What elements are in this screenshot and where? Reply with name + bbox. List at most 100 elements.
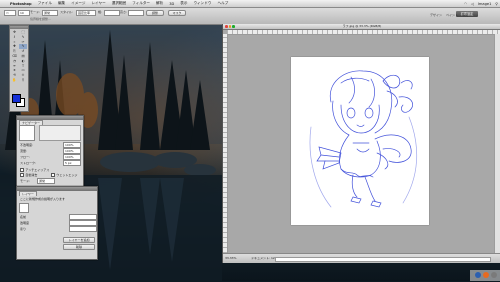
brush-options-panel: ナビゲーター 不透明度: 100% 流量: 100% フロー: 100% ストロ…	[16, 115, 84, 187]
menu-app-name[interactable]: Photoshop	[7, 2, 35, 6]
panel-mode-select[interactable]: 通常	[37, 178, 55, 184]
3d-orbit-tool-icon[interactable]: ⊙	[19, 73, 27, 77]
fill-label: 塗り	[20, 227, 27, 231]
document-status-bar: 33.33% ドキュメント: 12.0M/12.0M	[223, 253, 500, 263]
brush-preset-list[interactable]	[39, 125, 81, 141]
brush-size-field[interactable]: 10 px	[18, 10, 30, 16]
healing-tool-icon[interactable]: ✚	[11, 44, 19, 48]
layer-thumbnail[interactable]	[19, 203, 29, 213]
menu-select[interactable]: 選択範囲	[109, 1, 129, 6]
zoom-level[interactable]: 33.33%	[225, 256, 236, 260]
wet-edge-label: ウェットエッジ	[56, 173, 78, 178]
path-select-tool-icon[interactable]: ➤	[11, 68, 19, 72]
refine-edge-label[interactable]: 境界線を調整...	[30, 17, 51, 21]
adjust-button[interactable]: 調整	[146, 10, 164, 16]
delete-layer-button[interactable]: 削除	[63, 244, 95, 250]
transparency-label: 透明度	[20, 221, 30, 225]
panel-mode-label: モード:	[20, 179, 31, 183]
opacity-label: 不透明度:	[20, 143, 34, 147]
flow-label: 流量:	[20, 149, 28, 153]
height-label: 高さ:	[120, 10, 128, 14]
shape-tool-icon[interactable]: ▭	[19, 68, 27, 72]
workspace-paint[interactable]: ペイント	[446, 13, 458, 17]
width-label: 幅:	[98, 10, 103, 14]
crop-tool-icon[interactable]: ⌗	[11, 40, 19, 44]
height-field[interactable]	[128, 10, 144, 16]
menu-filter[interactable]: フィルター	[129, 1, 153, 6]
checkbox-icon	[20, 168, 25, 173]
stroke-label: ストローク:	[20, 161, 37, 165]
menu-extras: ◠ ◁ Image1 ⚲	[462, 2, 500, 6]
quick-select-tool-icon[interactable]: ✎	[19, 35, 27, 39]
tab-layer[interactable]: レイヤー	[19, 191, 37, 196]
eraser-tool-icon[interactable]: ⌫	[11, 54, 19, 58]
eyedropper-tool-icon[interactable]: ✑	[19, 40, 27, 44]
menu-bar: Photoshop ファイル 編集 イメージ レイヤー 選択範囲 フィルター 解…	[0, 0, 500, 8]
wifi-icon[interactable]: ◠	[462, 2, 469, 6]
close-icon[interactable]	[225, 25, 228, 28]
menu-image[interactable]: イメージ	[68, 1, 88, 6]
add-layer-button[interactable]: レイヤーを追加	[63, 237, 95, 243]
volume-icon[interactable]: ◁	[469, 2, 476, 6]
tool-grid: ✥ ⬚ ℓ ✎ ⌗ ✑ ✚ ✎ ⎘ ↺ ⌫ ▤ ◔ ◐ ✒ T ➤ ▭ ⟲ ⊙ ✋ ⚲	[10, 29, 28, 83]
brush-preview	[19, 125, 35, 141]
hand-tool-icon[interactable]: ✋	[11, 78, 19, 82]
antialias-label: アンチエイリアス	[25, 168, 50, 173]
menu-view[interactable]: 表示	[177, 1, 190, 6]
stroke-field[interactable]: 5 px	[63, 160, 81, 166]
history-brush-tool-icon[interactable]: ↺	[19, 49, 27, 53]
fill-field[interactable]	[69, 226, 97, 232]
mask-button[interactable]: マスク	[168, 10, 186, 16]
horizontal-scrollbar[interactable]	[275, 257, 491, 262]
options-bar: ▭ 10 px モード: 通常 スタイル: 固定比率 幅: 高さ: 調整 マスク…	[0, 8, 500, 25]
mode-select[interactable]: 通常	[42, 10, 58, 16]
type-tool-icon[interactable]: T	[19, 63, 27, 68]
dock-icons	[470, 270, 500, 281]
window-controls	[225, 25, 235, 28]
style-select[interactable]: 固定比率	[76, 10, 96, 16]
stamp-tool-icon[interactable]: ⎘	[11, 49, 19, 53]
dock	[470, 268, 500, 281]
canvas-page[interactable]	[291, 57, 429, 225]
document-title: ラフ.jpg @ 33.3% (RGB/8)	[342, 24, 382, 28]
checkbox-icon	[20, 173, 25, 178]
workspace-design[interactable]: デザイン	[430, 13, 442, 17]
pen-tool-icon[interactable]: ✒	[11, 63, 19, 68]
wet-edge-checkbox[interactable]: ウェットエッジ	[51, 173, 78, 178]
tool-preset-picker[interactable]: ▭	[4, 10, 16, 16]
menu-right-label[interactable]: Image1	[476, 2, 494, 6]
chibi-sketch-drawing	[309, 70, 418, 208]
lasso-tool-icon[interactable]: ℓ	[11, 35, 19, 39]
tools-panel: ✥ ⬚ ℓ ✎ ⌗ ✑ ✚ ✎ ⎘ ↺ ⌫ ▤ ◔ ◐ ✒ T ➤ ▭ ⟲ ⊙ ✋ ⚲	[9, 25, 29, 112]
move-tool-icon[interactable]: ✥	[11, 30, 19, 34]
menu-help[interactable]: ヘルプ	[214, 1, 231, 6]
spotlight-icon[interactable]: ⚲	[493, 2, 500, 6]
auto-erase-label: 自動消去	[25, 173, 38, 178]
menu-edit[interactable]: 編集	[55, 1, 68, 6]
antialias-checkbox[interactable]: アンチエイリアス	[20, 168, 50, 173]
brush-tool-icon[interactable]: ✎	[19, 44, 28, 49]
auto-erase-checkbox[interactable]: 自動消去	[20, 173, 38, 178]
workspace-photo[interactable]: 写真	[462, 13, 468, 17]
layer-panel: レイヤー ここに新規作成の説明が入ります 名前 透明度 塗り レイヤーを追加 削…	[16, 186, 98, 260]
mode-label: モード:	[30, 10, 41, 14]
menu-analysis[interactable]: 解析	[153, 1, 166, 6]
vertical-scrollbar[interactable]	[494, 34, 500, 253]
gradient-tool-icon[interactable]: ▤	[19, 54, 27, 58]
flow2-label: フロー:	[20, 155, 31, 159]
menu-window[interactable]: ウィンドウ	[190, 1, 214, 6]
menu-3d[interactable]: 3D	[166, 2, 177, 6]
3d-rotate-tool-icon[interactable]: ⟲	[11, 73, 19, 77]
blur-tool-icon[interactable]: ◔	[11, 59, 19, 63]
foreground-color-swatch[interactable]	[12, 94, 21, 103]
zoom-tool-icon[interactable]: ⚲	[19, 78, 27, 82]
zoom-icon[interactable]	[232, 25, 235, 28]
dodge-tool-icon[interactable]: ◐	[19, 59, 27, 63]
checkbox-icon	[51, 173, 56, 178]
name-label: 名前	[20, 215, 27, 219]
marquee-tool-icon[interactable]: ⬚	[19, 30, 27, 34]
minimize-icon[interactable]	[228, 25, 232, 28]
menu-file[interactable]: ファイル	[35, 1, 55, 6]
width-field[interactable]	[104, 10, 120, 16]
menu-layer[interactable]: レイヤー	[88, 1, 108, 6]
